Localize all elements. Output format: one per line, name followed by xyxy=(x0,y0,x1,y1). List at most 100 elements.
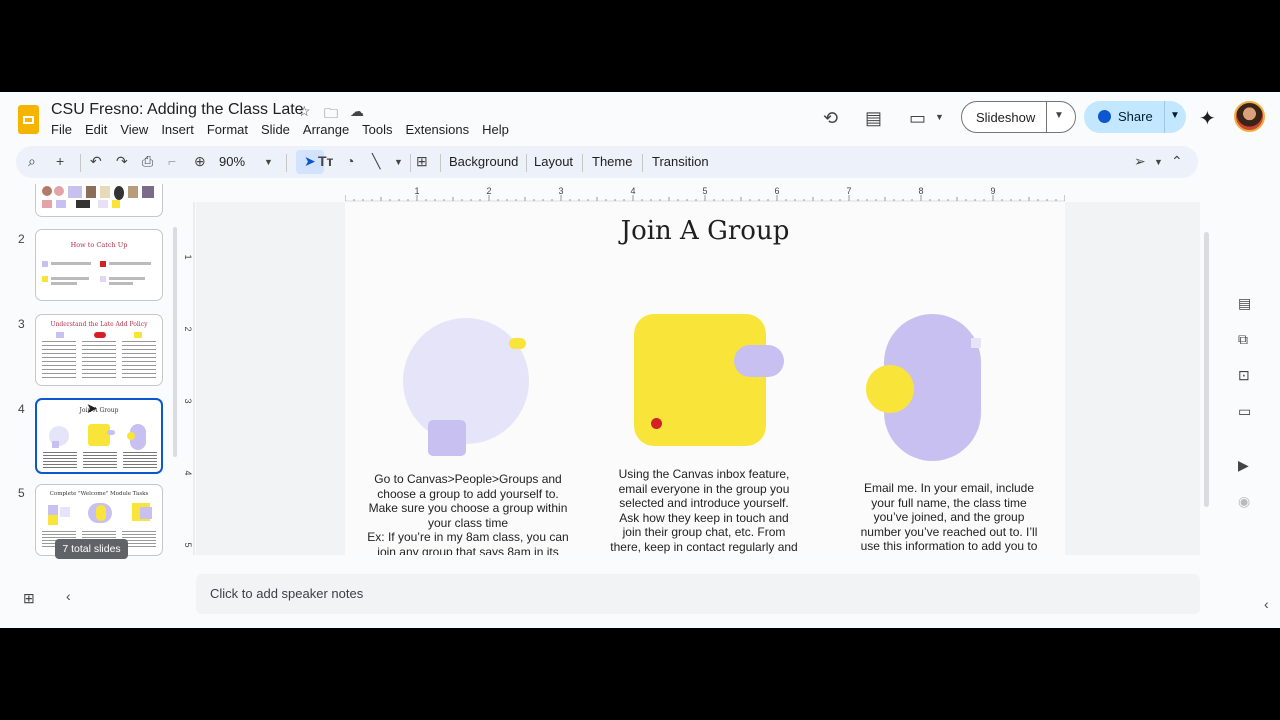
gemini-icon[interactable]: ✦ xyxy=(1199,106,1216,131)
keep-icon[interactable]: ▤ xyxy=(1238,295,1251,312)
undo-icon[interactable]: ↶ xyxy=(90,153,102,170)
text-line: your class time xyxy=(427,515,509,530)
layout-button[interactable]: Layout xyxy=(534,154,573,169)
collapse-filmstrip-icon[interactable]: ‹ xyxy=(66,588,71,604)
grid-view-icon[interactable]: ⊞ xyxy=(23,590,35,607)
pointer-mode-icon[interactable]: ➢ xyxy=(1134,153,1146,170)
menu-help[interactable]: Help xyxy=(482,122,509,137)
present-icon[interactable]: ▶ xyxy=(1238,457,1249,474)
slide-thumbnail-3[interactable]: Understand the Late Add Policy xyxy=(35,314,163,386)
menu-slide[interactable]: Slide xyxy=(261,122,290,137)
toolbar-divider xyxy=(410,154,411,172)
text-line: choose a group to add yourself to. xyxy=(377,486,559,501)
menu-arrange[interactable]: Arrange xyxy=(303,122,349,137)
toolbar-divider xyxy=(440,154,441,172)
lavender-square-shape[interactable] xyxy=(428,420,466,456)
slideshow-divider xyxy=(1046,102,1047,132)
text-line: Email me. In your email, include xyxy=(863,481,1035,495)
tasks-icon[interactable]: ⧉ xyxy=(1238,331,1248,348)
slide-number-5: 5 xyxy=(18,486,25,500)
print-icon[interactable]: ⎙ xyxy=(142,153,153,170)
show-side-panel-icon[interactable]: ‹ xyxy=(1264,596,1269,612)
line-dropdown-icon[interactable]: ▼ xyxy=(394,157,403,167)
menu-tools[interactable]: Tools xyxy=(362,122,392,137)
paint-format-icon[interactable]: ⌐ xyxy=(168,153,176,169)
menu-extensions[interactable]: Extensions xyxy=(406,122,470,137)
horizontal-ruler: 1 2 3 4 5 6 7 8 9 xyxy=(345,186,1065,202)
addon-icon[interactable]: ◉ xyxy=(1238,493,1250,510)
share-button[interactable]: Share ▼ xyxy=(1084,101,1186,133)
zoom-level[interactable]: 90% xyxy=(219,154,245,169)
menu-file[interactable]: File xyxy=(51,122,72,137)
comments-icon[interactable]: ▤ xyxy=(865,108,882,129)
vertical-ruler: 1 2 3 4 5 xyxy=(183,202,195,555)
slideshow-label: Slideshow xyxy=(976,110,1036,125)
contacts-icon[interactable]: ⊡ xyxy=(1238,367,1250,384)
cloud-status-icon[interactable]: ☁ xyxy=(350,103,364,120)
collapse-toolbar-icon[interactable]: ⌃ xyxy=(1171,153,1183,170)
transition-button[interactable]: Transition xyxy=(652,154,709,169)
slide-title[interactable]: Join A Group xyxy=(345,216,1065,246)
toolbar-divider xyxy=(526,154,527,172)
line-icon[interactable]: ╲ xyxy=(372,153,380,170)
yellow-circle-shape[interactable] xyxy=(866,365,914,413)
slideshow-dropdown-icon[interactable]: ▼ xyxy=(1054,110,1064,121)
speaker-notes[interactable]: Click to add speaker notes xyxy=(196,574,1200,614)
star-icon[interactable]: ☆ xyxy=(298,103,311,120)
toolbar-divider xyxy=(642,154,643,172)
lavender-circle-shape[interactable] xyxy=(403,318,529,444)
column-1-text[interactable]: Go to Canvas>People>Groups and choose a … xyxy=(363,472,573,555)
menu-format[interactable]: Format xyxy=(207,122,248,137)
filmstrip-scrollbar[interactable] xyxy=(173,227,177,457)
search-menus-icon[interactable]: ⌕ xyxy=(28,153,36,170)
column-3-text[interactable]: Email me. In your email, include your fu… xyxy=(845,481,1053,554)
account-avatar[interactable] xyxy=(1234,101,1265,132)
redo-icon[interactable]: ↷ xyxy=(116,153,128,170)
slides-logo-icon[interactable] xyxy=(18,105,39,134)
lavender-small-square-shape[interactable] xyxy=(971,338,981,348)
meet-icon[interactable]: ▭ xyxy=(909,108,926,129)
new-slide-icon[interactable]: + xyxy=(56,153,64,169)
version-history-icon[interactable]: ⟲ xyxy=(823,108,838,129)
text-line: you’ve joined, and the group xyxy=(873,510,1025,524)
slide-thumbnail-2[interactable]: How to Catch Up xyxy=(35,229,163,301)
zoom-icon[interactable]: ⊕ xyxy=(194,153,206,170)
meet-dropdown-icon[interactable]: ▼ xyxy=(935,112,944,122)
speaker-notes-placeholder: Click to add speaker notes xyxy=(210,586,364,601)
toolbar-divider xyxy=(80,154,81,172)
slideshow-button[interactable]: Slideshow ▼ xyxy=(961,101,1076,133)
menu-insert[interactable]: Insert xyxy=(161,122,194,137)
ruler-label: 1 xyxy=(414,186,419,196)
menu-edit[interactable]: Edit xyxy=(85,122,107,137)
ruler-label: 2 xyxy=(183,326,193,331)
red-dot-shape[interactable] xyxy=(651,418,662,429)
ruler-label: 7 xyxy=(846,186,851,196)
document-title[interactable]: CSU Fresno: Adding the Class Late xyxy=(51,101,304,119)
zoom-dropdown-icon[interactable]: ▼ xyxy=(264,157,273,167)
slide-canvas[interactable]: Join A Group Go to Canvas>People>Groups … xyxy=(345,202,1065,555)
folder-icon[interactable]: ▭ xyxy=(1238,403,1251,420)
background-button[interactable]: Background xyxy=(449,154,518,169)
theme-button[interactable]: Theme xyxy=(592,154,632,169)
ruler-label: 5 xyxy=(183,542,193,547)
canvas-scrollbar[interactable] xyxy=(1204,232,1209,507)
ruler-label: 5 xyxy=(702,186,707,196)
column-2-text-block[interactable]: Using the Canvas inbox feature, email ev… xyxy=(598,467,810,554)
yellow-pill-shape[interactable] xyxy=(509,338,526,349)
menu-view[interactable]: View xyxy=(120,122,148,137)
text-line: number you’ve reached out to. I’ll xyxy=(860,524,1038,539)
slide-thumbnail-1[interactable] xyxy=(35,184,163,217)
ruler-label: 6 xyxy=(774,186,779,196)
ruler-label: 3 xyxy=(558,186,563,196)
text-line: join any group that says 8am in its xyxy=(377,544,559,556)
slides-app: CSU Fresno: Adding the Class Late ☆ 🗀 ☁ … xyxy=(0,92,1280,628)
slide-thumbnail-4-selected[interactable]: Join A Group xyxy=(35,398,163,474)
shape-icon[interactable]: ◔ xyxy=(346,153,354,169)
text-box-icon[interactable]: Tт xyxy=(318,153,333,169)
slide-number-2: 2 xyxy=(18,232,25,246)
insert-comment-icon[interactable]: ⊞ xyxy=(416,153,428,170)
share-dropdown-icon[interactable]: ▼ xyxy=(1170,110,1180,121)
pointer-dropdown-icon[interactable]: ▼ xyxy=(1154,157,1163,167)
ruler-label: 3 xyxy=(183,398,193,403)
lavender-pill-shape[interactable] xyxy=(734,345,784,377)
